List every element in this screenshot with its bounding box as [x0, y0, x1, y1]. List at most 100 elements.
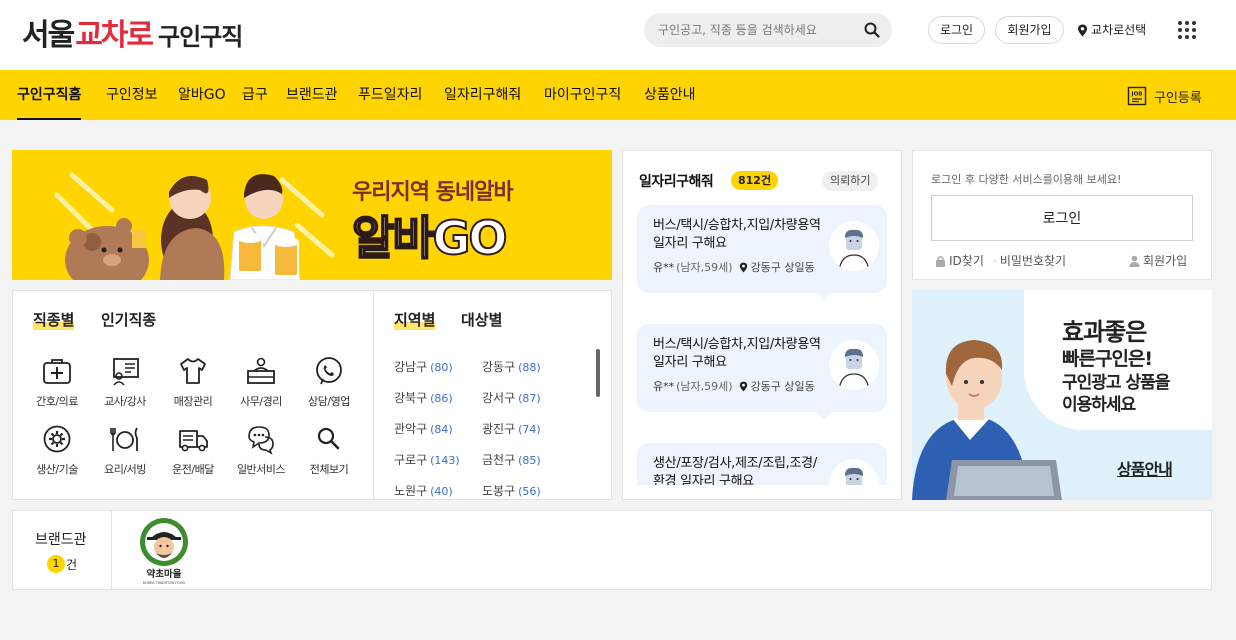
avatar	[829, 221, 879, 271]
category-label: 매장관리	[173, 395, 213, 408]
nav-item-food-jobs[interactable]: 푸드일자리	[358, 70, 422, 120]
job-request-card[interactable]: 버스/택시/승합차,지입/차량용역 일자리 구해요 유** (남자,59세) 강…	[637, 205, 887, 301]
search-input[interactable]	[658, 13, 864, 47]
region-item[interactable]: 도봉구 (56)	[482, 482, 541, 499]
join-link[interactable]: 회원가입	[1129, 252, 1187, 269]
job-request-title: 일자리구해줘	[639, 174, 714, 190]
category-office[interactable]: 사무/경리	[230, 355, 292, 409]
category-view-all[interactable]: 전체보기	[298, 423, 360, 477]
region-name: 도봉구	[482, 484, 516, 498]
category-driving[interactable]: 운전/배달	[162, 423, 224, 477]
find-password-link[interactable]: · 비밀번호찾기	[993, 252, 1066, 269]
region-item[interactable]: 강서구 (87)	[482, 389, 541, 406]
phone-call-icon	[316, 357, 342, 385]
category-medical[interactable]: 간호/의료	[26, 355, 88, 409]
link-separator: ·	[993, 253, 997, 268]
panel-divider	[373, 291, 374, 499]
region-select-button[interactable]: 교차로선택	[1077, 16, 1146, 44]
brand-logo-text: 약초마을	[147, 568, 182, 580]
brand-count-badge: 1	[47, 555, 65, 573]
login-button[interactable]: 로그인	[931, 195, 1193, 241]
register-job-button[interactable]: JOB 구인등록	[1127, 85, 1202, 107]
main-nav: 구인구직홈 구인정보 알바GO 급구 브랜드관 푸드일자리 일자리구해줘 마이구…	[0, 70, 1236, 120]
product-ad-banner[interactable]: 효과좋은 빠른구인은! 구인광고 상품을 이용하세요 상품안내	[912, 290, 1212, 500]
user-icon	[1129, 255, 1140, 267]
category-label: 상담/영업	[308, 395, 350, 408]
nav-item-albago[interactable]: 알바GO	[178, 70, 226, 120]
nav-item-brand[interactable]: 브랜드관	[286, 70, 338, 120]
region-count: (56)	[518, 485, 541, 498]
region-name: 광진구	[482, 422, 516, 436]
category-label: 간호/의료	[36, 395, 78, 408]
brand-divider	[111, 511, 112, 589]
gear-icon	[43, 425, 71, 453]
logo-part-seoul: 서울	[22, 18, 75, 53]
region-name: 강동구	[482, 360, 516, 374]
region-count: (88)	[518, 361, 541, 374]
avatar	[829, 340, 879, 390]
brand-logo-yakchomaeul[interactable]: 약초마을 KOREA TRADITION FOOD	[133, 515, 195, 585]
region-item[interactable]: 노원구 (40)	[394, 482, 453, 499]
requester-age: (남자,59세)	[676, 380, 733, 393]
search-icon[interactable]	[864, 22, 880, 38]
category-label: 생산/기술	[36, 463, 78, 476]
lock-icon	[936, 255, 945, 267]
job-icon-text: JOB	[1131, 92, 1143, 98]
region-list-scrollbar[interactable]	[596, 349, 600, 397]
region-item[interactable]: 관악구 (84)	[394, 420, 453, 437]
region-item[interactable]: 광진구 (74)	[482, 420, 541, 437]
category-production[interactable]: 생산/기술	[26, 423, 88, 477]
region-name: 노원구	[394, 484, 428, 498]
category-store[interactable]: 매장관리	[162, 355, 224, 409]
brand-count: 1 건	[47, 555, 77, 573]
category-service[interactable]: 일반서비스	[230, 423, 292, 477]
nav-item-urgent[interactable]: 급구	[242, 70, 268, 120]
region-name: 강북구	[394, 391, 428, 405]
tab-by-target[interactable]: 대상별	[461, 309, 502, 330]
product-info-link[interactable]: 상품안내	[1117, 456, 1173, 480]
office-desk-icon	[247, 357, 275, 384]
nav-item-find-me-job[interactable]: 일자리구해줘	[444, 70, 521, 120]
region-item[interactable]: 강동구 (88)	[482, 358, 541, 375]
tab-by-job-type[interactable]: 직종별	[33, 309, 75, 330]
region-item[interactable]: 강북구 (86)	[394, 389, 453, 406]
category-label: 일반서비스	[236, 463, 286, 476]
category-sales[interactable]: 상담/영업	[298, 355, 360, 409]
search-box	[644, 13, 892, 47]
category-cooking[interactable]: 요리/서빙	[94, 423, 156, 477]
ad-headline-2: 빠른구인은!	[1062, 348, 1153, 370]
join-label: 회원가입	[1143, 254, 1188, 268]
site-logo[interactable]: 서울 교차로 구인구직	[22, 10, 243, 53]
nav-item-job-info[interactable]: 구인정보	[106, 70, 158, 120]
male-avatar-icon	[838, 229, 870, 271]
category-label: 운전/배달	[172, 463, 214, 476]
category-label: 사무/경리	[240, 395, 282, 408]
medical-kit-icon	[43, 359, 71, 384]
request-job-button[interactable]: 의뢰하기	[822, 171, 879, 191]
teacher-board-icon	[113, 358, 139, 386]
tab-popular-jobs[interactable]: 인기직종	[101, 309, 156, 330]
header-join-button[interactable]: 회원가입	[995, 16, 1064, 44]
region-count: (87)	[518, 392, 541, 405]
nav-item-home[interactable]: 구인구직홈	[17, 70, 82, 120]
apps-grid-icon[interactable]	[1177, 20, 1197, 40]
region-count: (85)	[518, 454, 541, 467]
find-id-link[interactable]: ID찾기	[935, 252, 984, 269]
region-name: 구로구	[394, 453, 428, 467]
region-item[interactable]: 금천구 (85)	[482, 451, 541, 468]
region-item[interactable]: 구로구 (143)	[394, 451, 460, 468]
nav-item-products[interactable]: 상품안내	[644, 70, 696, 120]
header-login-button[interactable]: 로그인	[928, 16, 985, 44]
requester-name: 유**	[653, 261, 675, 274]
albago-banner[interactable]: 우리지역 동네알바 알바GO	[12, 150, 612, 280]
category-label: 요리/서빙	[104, 463, 146, 476]
tab-by-region[interactable]: 지역별	[394, 309, 436, 330]
truck-icon	[179, 430, 208, 452]
shirt-icon	[180, 358, 206, 384]
requester-age: (남자,59세)	[676, 261, 733, 274]
ad-headline-1: 효과좋은	[1062, 318, 1147, 346]
region-item[interactable]: 강남구 (80)	[394, 358, 453, 375]
category-teacher[interactable]: 교사/강사	[94, 355, 156, 409]
job-request-card[interactable]: 버스/택시/승합차,지입/차량용역 일자리 구해요 유** (남자,59세) 강…	[637, 324, 887, 420]
nav-item-my-page[interactable]: 마이구인구직	[544, 70, 621, 120]
